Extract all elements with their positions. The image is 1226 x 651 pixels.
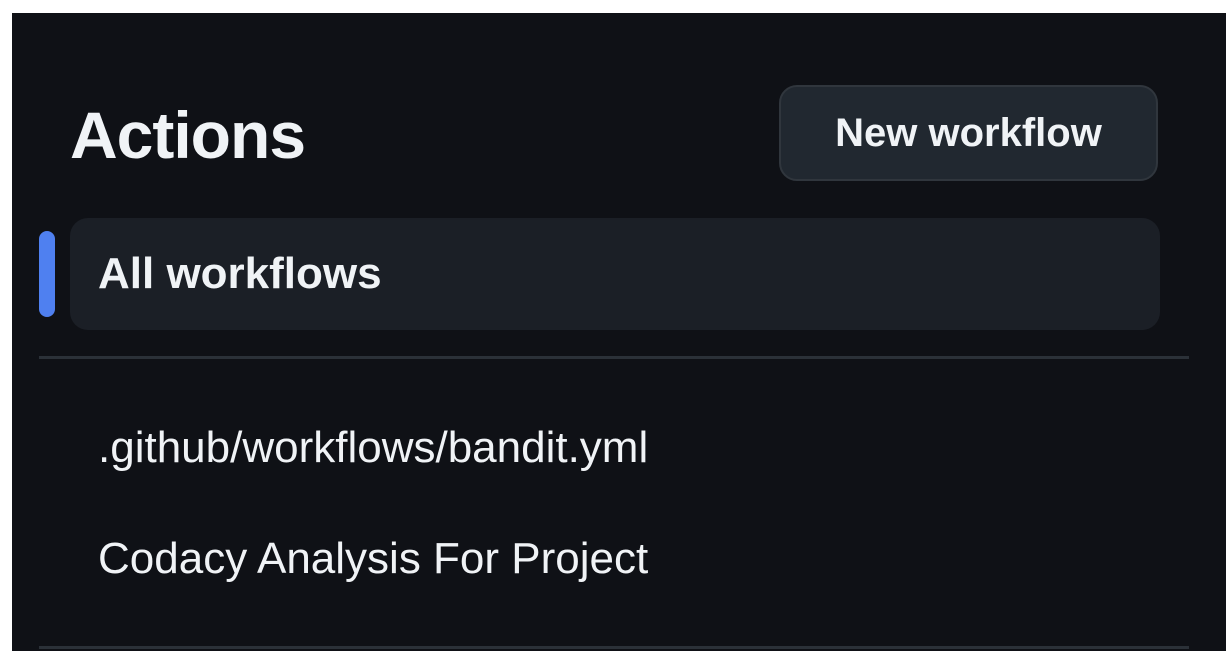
workflow-item-label: Codacy Analysis For Project: [98, 534, 649, 583]
workflow-item-codacy-analysis[interactable]: Codacy Analysis For Project: [70, 511, 1160, 607]
actions-sidebar: Actions New workflow All workflows .gith…: [12, 13, 1226, 651]
divider: [39, 356, 1189, 359]
workflow-item-label: .github/workflows/bandit.yml: [98, 423, 649, 472]
divider: [39, 646, 1189, 649]
page-title: Actions: [70, 98, 306, 172]
selected-indicator: [39, 231, 55, 317]
nav-item-all-workflows[interactable]: All workflows: [70, 218, 1160, 330]
nav-item-label: All workflows: [98, 249, 382, 298]
workflow-item-bandit[interactable]: .github/workflows/bandit.yml: [70, 400, 1160, 496]
new-workflow-button[interactable]: New workflow: [779, 85, 1158, 181]
